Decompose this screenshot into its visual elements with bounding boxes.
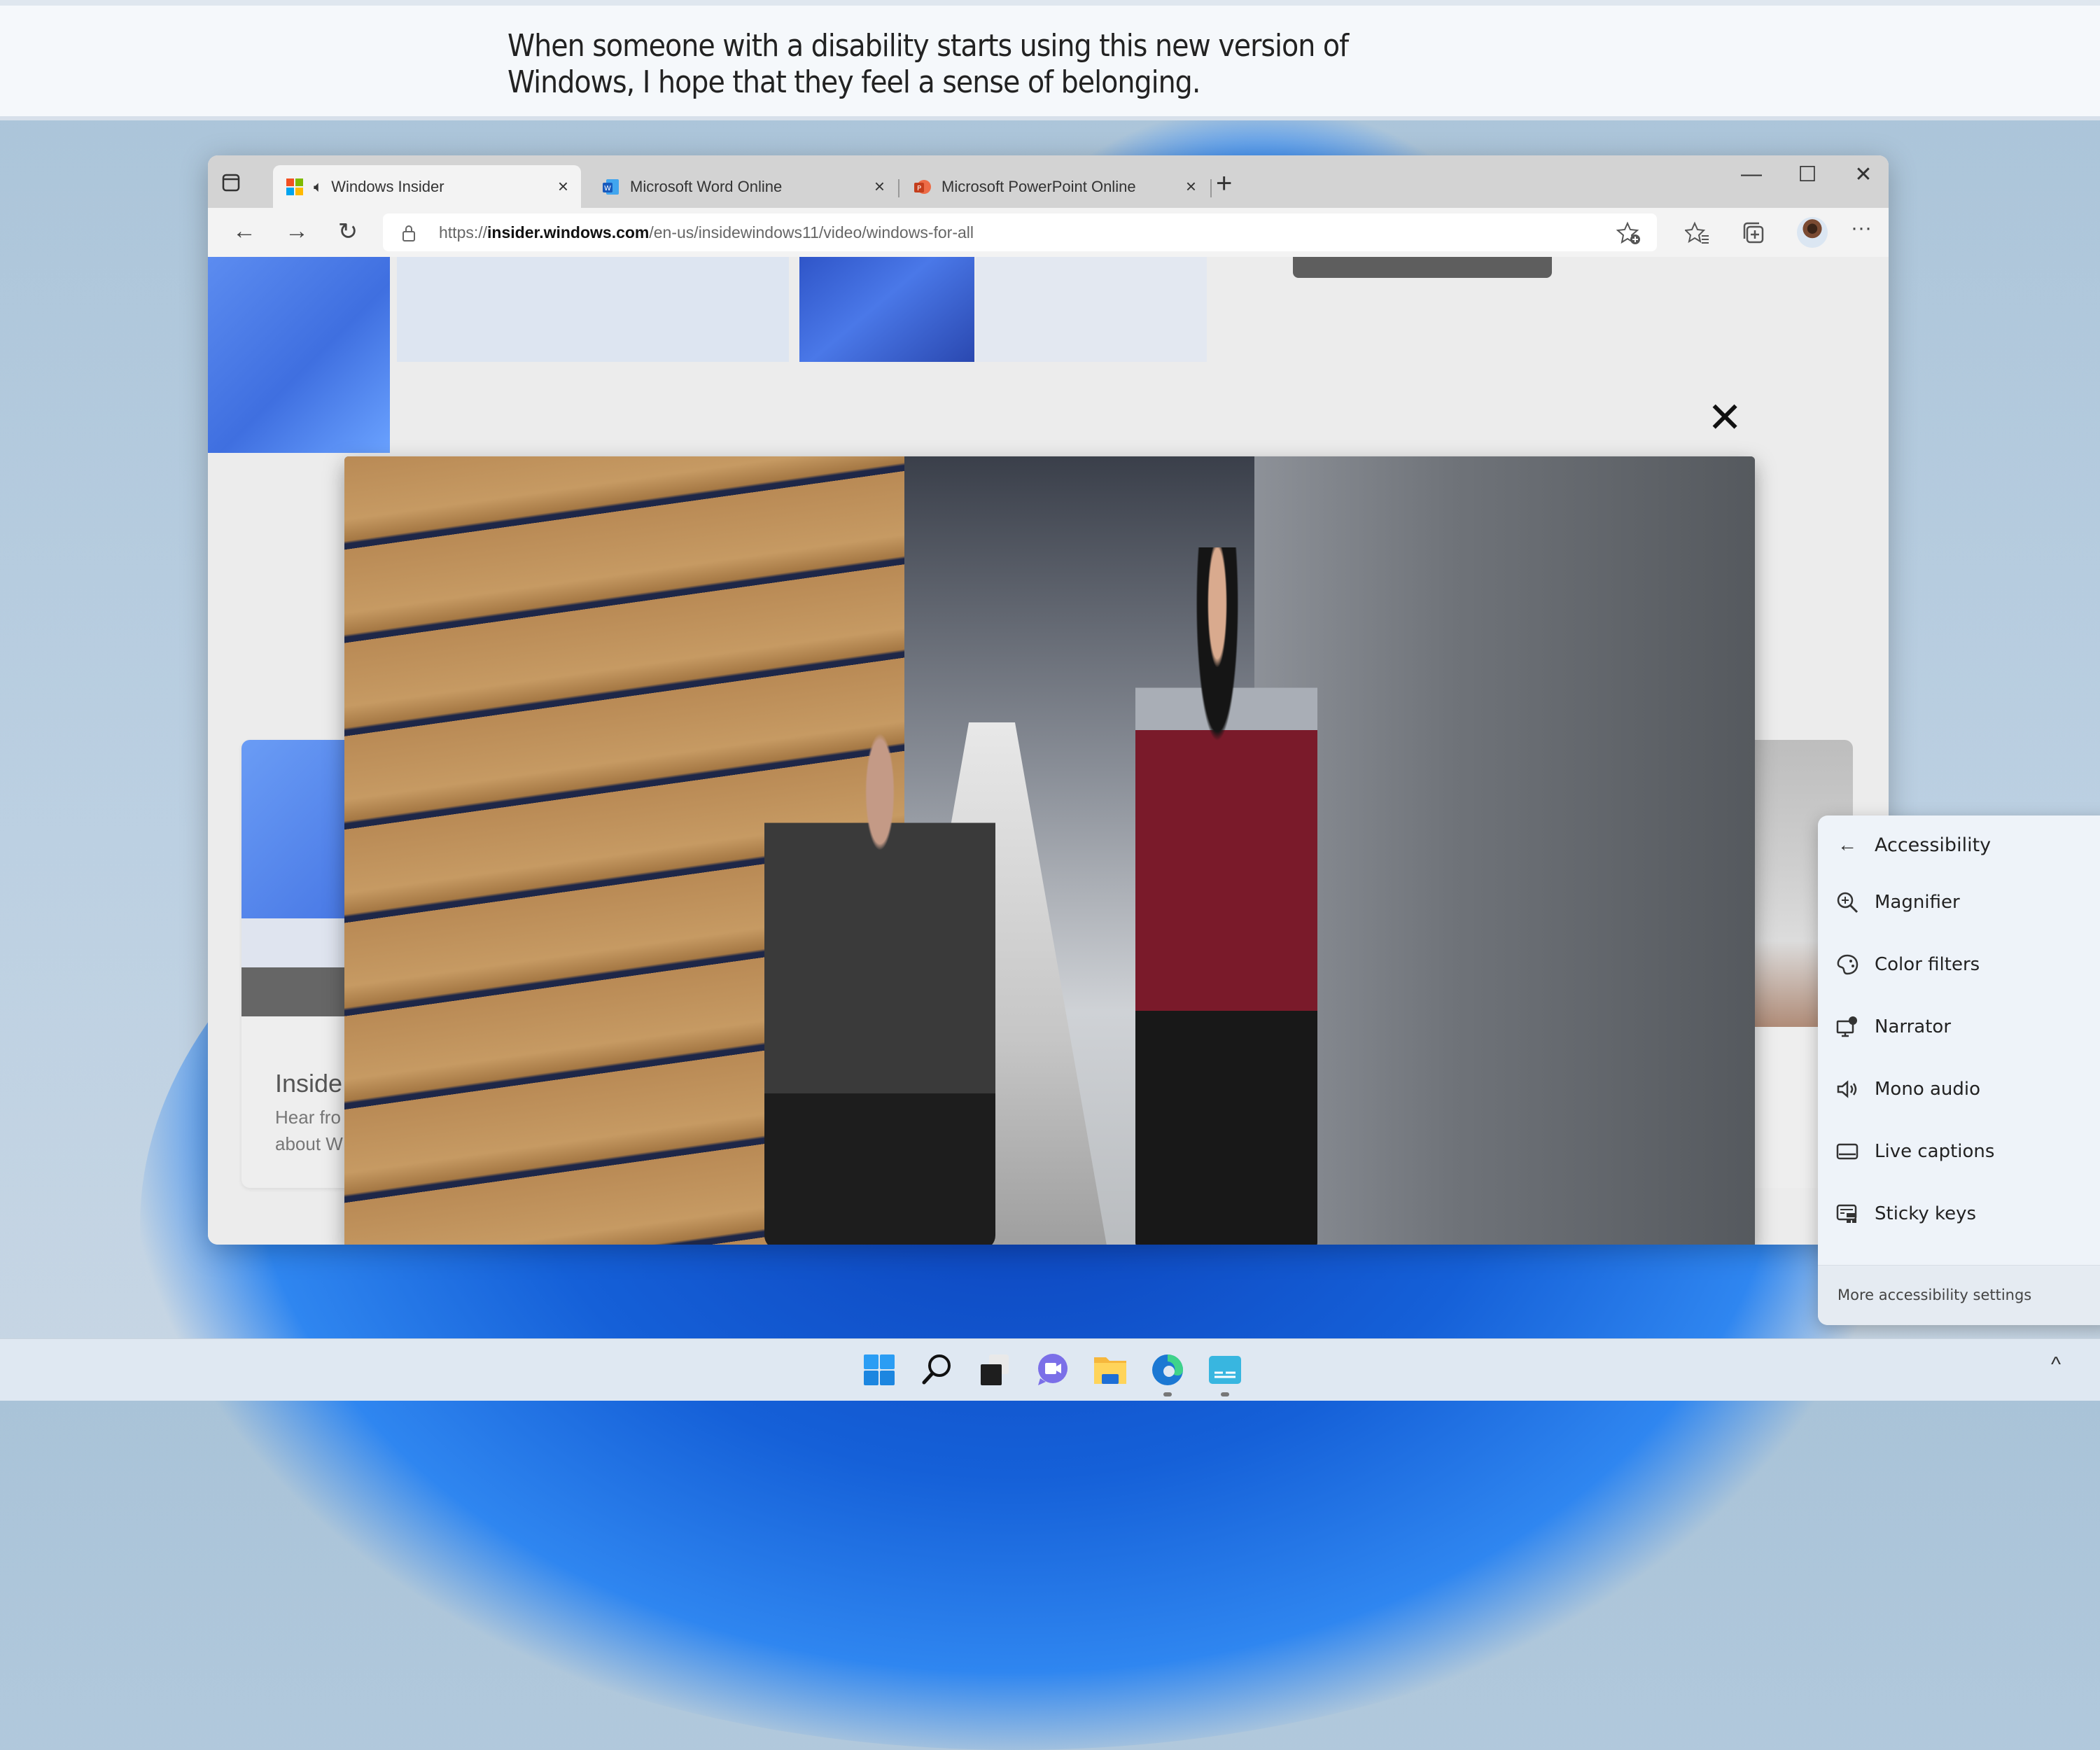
running-indicator <box>1221 1392 1229 1396</box>
wallpaper-preview-image <box>799 257 974 362</box>
address-bar[interactable]: https://insider.windows.com/en-us/inside… <box>383 214 1657 251</box>
flyout-item-mono-audio[interactable]: Mono audio <box>1818 1068 2100 1110</box>
url-prefix: https:// <box>439 223 488 241</box>
caption-text: When someone with a disability starts us… <box>507 28 1488 101</box>
start-button[interactable] <box>861 1352 897 1388</box>
flyout-item-color-filters[interactable]: Color filters <box>1818 944 2100 986</box>
magnifier-icon <box>1837 892 1858 913</box>
live-captions-icon <box>1836 1143 1858 1160</box>
video-player[interactable] <box>344 456 1755 1245</box>
color-filters-icon <box>1837 954 1858 975</box>
narrator-icon <box>1836 1016 1857 1037</box>
card-title: Inside <box>275 1069 343 1098</box>
powerpoint-icon: P <box>914 179 931 194</box>
forward-button[interactable]: → <box>281 218 312 245</box>
close-tab-button[interactable]: × <box>558 176 568 197</box>
page-content: Inside Hear fro about W y the ✕ <box>208 257 1889 1245</box>
tab-powerpoint-online[interactable]: P Microsoft PowerPoint Online × <box>901 165 1209 208</box>
close-window-button[interactable]: ✕ <box>1842 162 1884 187</box>
quick-settings-preview-image <box>976 257 1207 362</box>
taskbar: ^ <box>0 1338 2100 1401</box>
windows-logo-icon <box>286 178 303 195</box>
mono-audio-icon <box>1837 1080 1857 1098</box>
chat-button[interactable] <box>1035 1352 1071 1388</box>
url-path: /en-us/insidewindows11/video/windows-for… <box>649 223 974 241</box>
back-arrow-icon[interactable]: ← <box>1835 833 1859 857</box>
video-person-wheelchair <box>764 729 995 1245</box>
page-button[interactable] <box>1293 257 1552 278</box>
live-caption-bar: When someone with a disability starts us… <box>0 0 2100 120</box>
tab-separator <box>1210 179 1212 197</box>
edge-button[interactable] <box>1149 1352 1186 1388</box>
flyout-item-narrator[interactable]: Narrator <box>1818 1006 2100 1048</box>
flyout-title: Accessibility <box>1875 834 1991 856</box>
lock-icon[interactable] <box>401 224 416 242</box>
item-label: Color filters <box>1875 954 1980 975</box>
refresh-button[interactable]: ↻ <box>332 218 363 246</box>
show-hidden-icons-button[interactable]: ^ <box>2051 1353 2061 1377</box>
task-view-button[interactable] <box>976 1352 1013 1388</box>
close-tab-button[interactable]: × <box>1186 176 1196 197</box>
svg-text:W: W <box>604 185 611 192</box>
item-label: Live captions <box>1875 1141 1995 1162</box>
flyout-footer: More accessibility settings <box>1818 1265 2100 1325</box>
item-label: Sticky keys <box>1875 1203 1977 1224</box>
word-icon: W <box>603 178 619 195</box>
video-right-wall <box>1254 456 1755 1245</box>
url-host: insider.windows.com <box>487 223 650 241</box>
accessibility-flyout: ← Accessibility Magnifier Color filters … <box>1818 816 2100 1325</box>
settings-more-button[interactable]: ··· <box>1846 216 1877 240</box>
add-favorite-icon[interactable] <box>1616 220 1642 246</box>
search-button[interactable] <box>918 1352 955 1388</box>
item-label: Mono audio <box>1875 1079 1981 1100</box>
tab-separator <box>898 179 899 197</box>
url-text[interactable]: https://insider.windows.com/en-us/inside… <box>439 223 974 242</box>
collections-icon[interactable] <box>1741 220 1766 246</box>
tab-label: Microsoft PowerPoint Online <box>941 177 1136 195</box>
more-accessibility-settings-link[interactable]: More accessibility settings <box>1837 1287 2031 1303</box>
file-explorer-button[interactable] <box>1092 1352 1128 1388</box>
caption-line-2: Windows, I hope that they feel a sense o… <box>507 64 1200 100</box>
item-label: Magnifier <box>1875 892 1960 913</box>
close-tab-button[interactable]: × <box>874 176 885 197</box>
caption-line-1: When someone with a disability starts us… <box>507 28 1349 64</box>
profile-avatar[interactable] <box>1797 217 1828 248</box>
close-video-button[interactable]: ✕ <box>1707 397 1742 439</box>
tab-windows-insider[interactable]: 🔈︎ Windows Insider × <box>273 165 581 208</box>
tab-actions-icon[interactable] <box>220 172 241 193</box>
back-button[interactable]: ← <box>229 218 260 245</box>
running-indicator <box>1163 1392 1172 1396</box>
svg-text:P: P <box>917 185 921 192</box>
flyout-item-sticky-keys[interactable]: Sticky keys <box>1818 1193 2100 1235</box>
tab-bar: 🔈︎ Windows Insider × W Microsoft Word On… <box>208 155 1889 208</box>
sticky-keys-icon <box>1836 1204 1857 1223</box>
minimize-button[interactable]: — <box>1730 162 1772 186</box>
tab-label: Windows Insider <box>331 177 444 195</box>
live-captions-app-button[interactable] <box>1207 1352 1243 1388</box>
hero-image <box>208 257 390 453</box>
flyout-item-live-captions[interactable]: Live captions <box>1818 1130 2100 1172</box>
item-label: Narrator <box>1875 1016 1952 1037</box>
video-person-walking <box>1135 547 1317 1245</box>
audio-playing-icon[interactable]: 🔈︎ <box>314 178 323 196</box>
accessibility-header: ← Accessibility <box>1818 824 2100 866</box>
maximize-button[interactable]: ☐ <box>1786 162 1828 187</box>
new-tab-button[interactable]: + <box>1216 165 1232 202</box>
browser-toolbar: ← → ↻ https://insider.windows.com/en-us/… <box>208 208 1889 258</box>
favorites-icon[interactable] <box>1685 220 1710 246</box>
tab-label: Microsoft Word Online <box>630 177 783 195</box>
flyout-item-magnifier[interactable]: Magnifier <box>1818 881 2100 923</box>
tab-word-online[interactable]: W Microsoft Word Online × <box>589 165 897 208</box>
start-menu-preview-image <box>397 257 789 362</box>
browser-window: 🔈︎ Windows Insider × W Microsoft Word On… <box>208 155 1889 1245</box>
